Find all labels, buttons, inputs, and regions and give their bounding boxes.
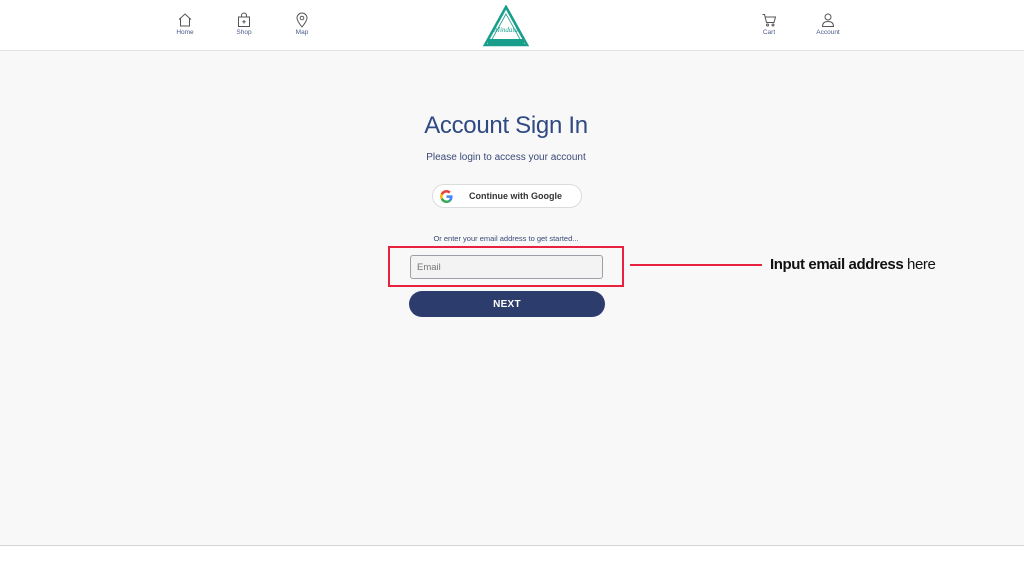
callout-arrow-line <box>630 264 762 266</box>
brand-logo[interactable]: Mindala <box>482 4 530 47</box>
google-button-label: Continue with Google <box>469 191 562 201</box>
user-icon <box>821 13 835 27</box>
email-input[interactable] <box>410 255 603 279</box>
footer <box>0 546 1024 576</box>
page-subtitle: Please login to access your account <box>426 152 586 163</box>
next-button[interactable]: NEXT <box>409 291 605 317</box>
callout-plain-text: here <box>903 256 936 273</box>
shop-bag-icon <box>238 12 250 27</box>
sign-in-panel: Account Sign In Please login to access y… <box>0 51 1024 545</box>
triangle-logo-icon: Mindala <box>482 4 530 47</box>
map-pin-icon <box>296 12 308 28</box>
nav-home[interactable]: Home <box>163 12 207 36</box>
google-icon <box>440 190 453 208</box>
callout-annotation: Input email address here <box>770 256 936 273</box>
nav-cart[interactable]: Cart <box>747 12 791 36</box>
nav-account[interactable]: Account <box>806 12 850 36</box>
callout-bold-text: Input email address <box>770 256 904 273</box>
page-title: Account Sign In <box>424 112 588 139</box>
nav-home-label: Home <box>176 29 194 36</box>
nav-shop[interactable]: Shop <box>222 12 266 36</box>
logo-text: Mindala <box>493 26 518 34</box>
continue-with-google-button[interactable]: Continue with Google <box>432 184 582 208</box>
top-navigation-bar: Home Shop Map Mindala Cart Account <box>0 0 1024 51</box>
nav-map-label: Map <box>295 29 309 36</box>
cart-icon <box>762 14 777 27</box>
nav-shop-label: Shop <box>236 29 252 36</box>
home-icon <box>178 13 192 27</box>
nav-cart-label: Cart <box>762 29 776 36</box>
nav-account-label: Account <box>816 29 840 36</box>
nav-map[interactable]: Map <box>280 12 324 36</box>
email-instruction-text: Or enter your email address to get start… <box>433 234 579 243</box>
